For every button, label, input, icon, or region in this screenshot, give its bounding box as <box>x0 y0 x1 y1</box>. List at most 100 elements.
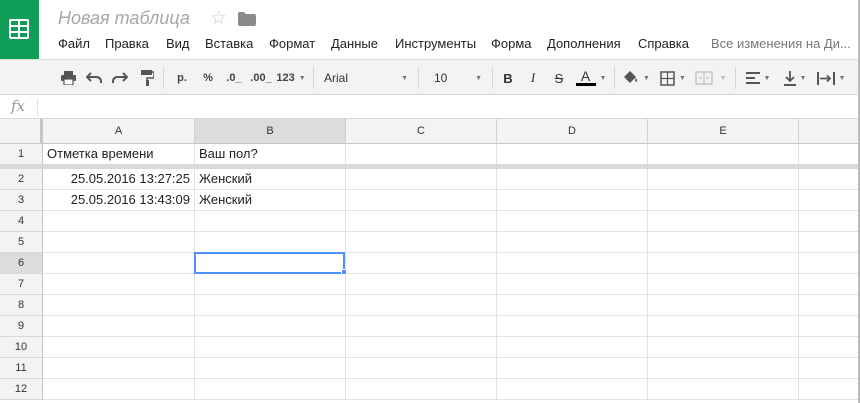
cell-e5[interactable] <box>648 232 799 253</box>
menu-help[interactable]: Справка <box>638 36 689 51</box>
undo-icon[interactable] <box>84 67 104 89</box>
cell-b4[interactable] <box>195 211 346 232</box>
print-icon[interactable] <box>58 67 78 89</box>
cell-b3[interactable]: Женский <box>195 190 346 211</box>
vertical-align-button[interactable]: ▼ <box>779 67 811 89</box>
cell-e3[interactable] <box>648 190 799 211</box>
fill-handle[interactable] <box>341 269 347 275</box>
cell-e2[interactable] <box>648 169 799 190</box>
merge-cells-button[interactable] <box>693 67 715 89</box>
cell-c3[interactable] <box>346 190 497 211</box>
cell-b5[interactable] <box>195 232 346 253</box>
cell-d4[interactable] <box>497 211 648 232</box>
cell-e1[interactable] <box>648 144 799 165</box>
menu-data[interactable]: Данные <box>331 36 378 51</box>
cell-a10[interactable] <box>43 337 195 358</box>
cell-d6[interactable] <box>497 253 648 274</box>
cell-a2[interactable]: 25.05.2016 13:27:25 <box>43 169 195 190</box>
cell-d11[interactable] <box>497 358 648 379</box>
cell-d3[interactable] <box>497 190 648 211</box>
cell-a9[interactable] <box>43 316 195 337</box>
cell-d7[interactable] <box>497 274 648 295</box>
cell-b9[interactable] <box>195 316 346 337</box>
select-all-corner[interactable] <box>0 119 43 144</box>
cell-f1[interactable] <box>799 144 858 165</box>
cell-d10[interactable] <box>497 337 648 358</box>
menu-edit[interactable]: Правка <box>105 36 149 51</box>
cell-a8[interactable] <box>43 295 195 316</box>
cell-c1[interactable] <box>346 144 497 165</box>
cell-e12[interactable] <box>648 379 799 400</box>
cell-a5[interactable] <box>43 232 195 253</box>
row-header-6[interactable]: 6 <box>0 253 43 274</box>
cell-d12[interactable] <box>497 379 648 400</box>
active-cell-selection[interactable] <box>194 252 345 274</box>
cell-e4[interactable] <box>648 211 799 232</box>
cell-c12[interactable] <box>346 379 497 400</box>
cell-e9[interactable] <box>648 316 799 337</box>
bold-button[interactable]: B <box>499 67 517 89</box>
cell-a6[interactable] <box>43 253 195 274</box>
chevron-down-icon[interactable]: ▼ <box>718 67 728 89</box>
cell-f11[interactable] <box>799 358 858 379</box>
cell-e6[interactable] <box>648 253 799 274</box>
cell-f6[interactable] <box>799 253 858 274</box>
cell-f9[interactable] <box>799 316 858 337</box>
menu-insert[interactable]: Вставка <box>205 36 253 51</box>
row-header-4[interactable]: 4 <box>0 211 43 232</box>
redo-icon[interactable] <box>110 67 130 89</box>
currency-format-button[interactable]: р. <box>172 67 192 89</box>
borders-button[interactable]: ▼ <box>658 67 688 89</box>
formula-input[interactable] <box>44 98 844 116</box>
cell-b7[interactable] <box>195 274 346 295</box>
cell-d9[interactable] <box>497 316 648 337</box>
menu-addons[interactable]: Дополнения <box>547 36 621 51</box>
column-header-f[interactable] <box>799 119 858 144</box>
menu-form[interactable]: Форма <box>491 36 532 51</box>
row-header-9[interactable]: 9 <box>0 316 43 337</box>
cell-e8[interactable] <box>648 295 799 316</box>
row-header-2[interactable]: 2 <box>0 169 43 190</box>
menu-format[interactable]: Формат <box>269 36 315 51</box>
row-header-7[interactable]: 7 <box>0 274 43 295</box>
decrease-decimals-button[interactable]: .0_ <box>222 67 246 89</box>
font-size-select[interactable]: 10 ▼ <box>434 66 482 90</box>
text-wrap-button[interactable]: ▼ <box>813 67 849 89</box>
cell-b2[interactable]: Женский <box>195 169 346 190</box>
folder-icon[interactable] <box>238 12 256 26</box>
cell-b11[interactable] <box>195 358 346 379</box>
cell-c10[interactable] <box>346 337 497 358</box>
sheets-logo[interactable] <box>0 0 39 59</box>
strikethrough-button[interactable]: S <box>550 67 568 89</box>
cell-c6[interactable] <box>346 253 497 274</box>
cell-a12[interactable] <box>43 379 195 400</box>
cell-c11[interactable] <box>346 358 497 379</box>
percent-format-button[interactable]: % <box>199 67 217 89</box>
cell-c4[interactable] <box>346 211 497 232</box>
row-header-12[interactable]: 12 <box>0 379 43 400</box>
row-header-3[interactable]: 3 <box>0 190 43 211</box>
cell-d2[interactable] <box>497 169 648 190</box>
star-icon[interactable]: ☆ <box>210 7 227 30</box>
cell-c2[interactable] <box>346 169 497 190</box>
cell-d5[interactable] <box>497 232 648 253</box>
column-header-c[interactable]: C <box>346 119 497 144</box>
column-header-b[interactable]: B <box>195 119 346 144</box>
cell-a1[interactable]: Отметка времени <box>43 144 195 165</box>
cell-b8[interactable] <box>195 295 346 316</box>
cell-e11[interactable] <box>648 358 799 379</box>
cell-a4[interactable] <box>43 211 195 232</box>
cell-a7[interactable] <box>43 274 195 295</box>
cell-a11[interactable] <box>43 358 195 379</box>
row-header-11[interactable]: 11 <box>0 358 43 379</box>
cell-f5[interactable] <box>799 232 858 253</box>
row-header-5[interactable]: 5 <box>0 232 43 253</box>
cell-b12[interactable] <box>195 379 346 400</box>
cell-e10[interactable] <box>648 337 799 358</box>
cell-d1[interactable] <box>497 144 648 165</box>
cell-f2[interactable] <box>799 169 858 190</box>
row-header-10[interactable]: 10 <box>0 337 43 358</box>
cell-d8[interactable] <box>497 295 648 316</box>
italic-button[interactable]: I <box>524 67 542 89</box>
row-header-1[interactable]: 1 <box>0 144 43 165</box>
